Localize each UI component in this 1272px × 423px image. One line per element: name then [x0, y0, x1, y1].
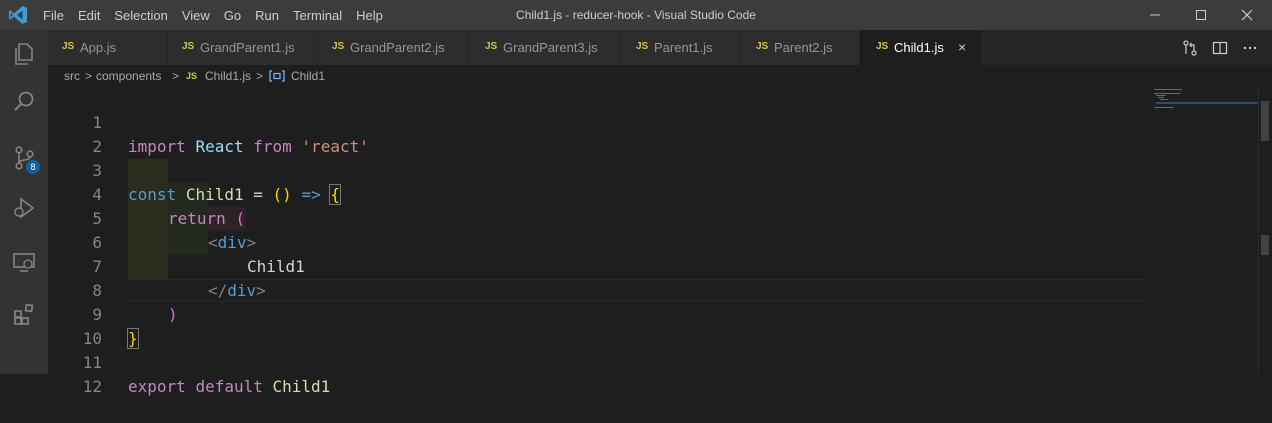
breadcrumb-separator: >	[85, 69, 93, 83]
tab-label: App.js	[80, 40, 117, 55]
code-line: 5 <div>	[48, 183, 1148, 252]
js-file-icon: JS	[182, 41, 195, 52]
menu-run[interactable]: Run	[248, 8, 286, 23]
code-line: 10	[48, 303, 1148, 348]
tab-label: Parent1.js	[654, 40, 713, 55]
js-file-icon: JS	[876, 41, 889, 52]
code-line: 8 )	[48, 255, 1148, 324]
menu-view[interactable]: View	[175, 8, 217, 23]
vscode-logo-icon	[9, 6, 27, 24]
tab-label: GrandParent1.js	[200, 40, 295, 55]
menu-bar: File Edit Selection View Go Run Terminal…	[36, 0, 390, 30]
tab-label: Child1.js	[894, 40, 944, 55]
tab-parent2-js[interactable]: JS Parent2.js	[740, 30, 860, 65]
open-changes-icon[interactable]	[1182, 39, 1198, 56]
code-line: 12	[48, 351, 1148, 396]
code-line: 4 return (	[48, 159, 1148, 228]
tab-grandparent2-js[interactable]: JS GrandParent2.js	[318, 30, 469, 65]
code-line: 2	[48, 111, 1148, 156]
breadcrumb-src[interactable]: src	[64, 69, 80, 83]
code-line: 6 Child1	[48, 207, 1148, 276]
tab-parent1-js[interactable]: JS Parent1.js	[620, 30, 740, 65]
tab-label: Parent2.js	[774, 40, 833, 55]
more-actions-icon[interactable]	[1242, 40, 1258, 56]
remote-explorer-icon	[13, 253, 35, 272]
line-number: 12	[82, 377, 102, 396]
minimize-icon	[1150, 14, 1160, 16]
breadcrumb-symbol[interactable]: Child1	[291, 69, 325, 83]
code-line: 7 </div>	[48, 231, 1148, 300]
breadcrumb-components[interactable]: components	[96, 69, 161, 83]
menu-selection[interactable]: Selection	[107, 8, 174, 23]
code-line: 3 const Child1 = () => {	[48, 135, 1148, 205]
breadcrumb-file[interactable]: Child1.js	[205, 69, 251, 83]
scrollbar-thumb[interactable]	[1261, 101, 1269, 141]
tab-child1-js[interactable]: JS Child1.js ×	[860, 30, 982, 65]
scrollbar-marker	[1261, 235, 1269, 255]
title-bar: File Edit Selection View Go Run Terminal…	[0, 0, 1272, 30]
split-editor-icon[interactable]	[1212, 40, 1228, 56]
menu-go[interactable]: Go	[217, 8, 248, 23]
tab-grandparent3-js[interactable]: JS GrandParent3.js	[469, 30, 620, 65]
code-line: 9 }	[48, 279, 1148, 349]
menu-file[interactable]: File	[36, 8, 71, 23]
maximize-button[interactable]	[1178, 0, 1224, 30]
code-editor[interactable]: 1 import React from 'react' 2 3 const Ch…	[48, 87, 1272, 396]
editor-tab-bar: JS App.js JS GrandParent1.js JS GrandPar…	[48, 30, 1272, 65]
vertical-scrollbar[interactable]	[1258, 87, 1272, 374]
breadcrumb-separator: >	[256, 69, 264, 83]
activity-bar: 8	[0, 30, 48, 374]
run-debug-button[interactable]	[0, 184, 48, 232]
explorer-button[interactable]	[0, 30, 48, 78]
js-file-icon: JS	[332, 41, 345, 52]
source-control-button[interactable]: 8	[0, 134, 48, 182]
maximize-icon	[1196, 10, 1206, 20]
menu-help[interactable]: Help	[349, 8, 390, 23]
search-icon	[14, 91, 34, 111]
menu-edit[interactable]: Edit	[71, 8, 107, 23]
extensions-button[interactable]	[0, 290, 48, 338]
breadcrumb-separator: >	[172, 69, 180, 83]
code-line: 1 import React from 'react'	[48, 87, 1148, 156]
tab-label: GrandParent2.js	[350, 40, 445, 55]
close-icon	[1241, 9, 1253, 21]
breadcrumb: src > components > JS Child1.js > Child1	[48, 65, 1272, 87]
run-debug-icon	[14, 197, 35, 219]
tab-app-js[interactable]: JS App.js	[48, 30, 168, 65]
js-file-icon: JS	[62, 41, 75, 52]
js-file-icon: JS	[186, 71, 198, 81]
js-file-icon: JS	[485, 41, 498, 52]
search-button[interactable]	[0, 78, 48, 126]
js-file-icon: JS	[756, 41, 769, 52]
editor-actions	[1182, 30, 1258, 65]
tab-close-icon[interactable]: ×	[958, 39, 966, 55]
remote-explorer-button[interactable]	[0, 238, 48, 286]
js-file-icon: JS	[636, 41, 649, 52]
tab-grandparent1-js[interactable]: JS GrandParent1.js	[168, 30, 318, 65]
files-icon	[15, 43, 33, 65]
minimap[interactable]	[1148, 87, 1258, 374]
close-window-button[interactable]	[1224, 0, 1270, 30]
symbol-variable-icon	[269, 70, 285, 82]
tab-label: GrandParent3.js	[503, 40, 598, 55]
menu-terminal[interactable]: Terminal	[286, 8, 349, 23]
code-line: 11 export default Child1	[48, 327, 1148, 396]
source-control-badge: 8	[26, 160, 40, 174]
extensions-icon	[14, 303, 34, 325]
minimize-button[interactable]	[1132, 0, 1178, 30]
